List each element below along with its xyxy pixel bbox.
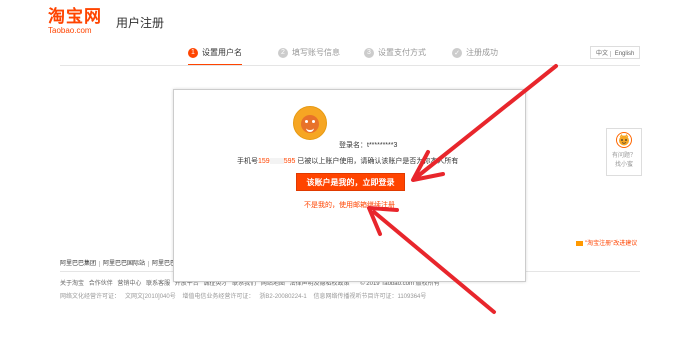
lang-zh[interactable]: 中文: [594, 51, 612, 57]
footer-link[interactable]: 合作伙伴: [89, 281, 113, 287]
license-value: 文网文[2010]040号: [125, 294, 176, 300]
footer-link[interactable]: 联系客服: [146, 281, 170, 287]
step-number: 2: [278, 47, 288, 58]
header-divider: [60, 65, 640, 66]
license-label: 网络文化经营许可证：: [60, 294, 121, 300]
mascot-avatar-icon: [293, 106, 327, 140]
help-text-1: 有问题？: [611, 153, 636, 159]
login-name: 登录名：t*********3: [339, 142, 398, 149]
step-label: 设置支付方式: [378, 48, 426, 57]
step-number: 1: [188, 47, 198, 58]
help-widget[interactable]: 有问题？ 找小蜜: [606, 128, 642, 176]
phone-masked: [269, 158, 284, 165]
license-label: 增值电信业务经营许可证：: [182, 294, 255, 300]
feedback-icon: [576, 240, 583, 246]
step-label: 填写账号信息: [292, 48, 340, 57]
footer-group-link[interactable]: 阿里巴巴国际站: [103, 261, 150, 267]
mascot-icon: [616, 132, 632, 148]
step-label: 设置用户名: [202, 48, 242, 57]
footer-group-link[interactable]: 阿里巴巴集团: [60, 261, 101, 267]
step-set-username: 1 设置用户名: [188, 41, 242, 66]
help-text-2: 找小蜜: [614, 162, 633, 168]
login-now-button[interactable]: 该账户是我的，立即登录: [296, 173, 405, 191]
lang-en[interactable]: English: [613, 51, 637, 57]
check-icon: ✓: [452, 47, 462, 58]
logo-subtext: Taobao.com: [48, 26, 92, 35]
logo-text: 淘宝网: [48, 7, 102, 26]
phone-start: 159: [258, 158, 270, 165]
license-text: 信息网络传播视听节目许可证：1109364号: [313, 294, 427, 300]
taobao-logo[interactable]: 淘宝网 Taobao.com: [48, 7, 104, 36]
footer-licenses: 网络文化经营许可证： 文网文[2010]040号 增值电信业务经营许可证： 浙B2-…: [60, 291, 431, 300]
footer-link[interactable]: 关于淘宝: [60, 281, 84, 287]
step-number: 3: [364, 47, 374, 58]
license-value: 浙B2-20080224-1: [259, 294, 307, 300]
phone-prefix: 手机号: [237, 158, 258, 165]
step-label: 注册成功: [466, 48, 498, 57]
page-title: 用户注册: [116, 16, 165, 30]
step-set-payment: 3 设置支付方式: [364, 41, 426, 64]
phone-suffix: 已被以上账户使用，请确认该账户是否为你本人所有: [297, 158, 459, 165]
phone-notice: 手机号159 595 已被以上账户使用，请确认该账户是否为你本人所有: [237, 156, 458, 166]
registration-steps: 1 设置用户名 2 填写账号信息 3 设置支付方式 ✓ 注册成功: [174, 41, 504, 66]
phone-end: 595: [283, 158, 296, 165]
step-fill-account-info: 2 填写账号信息: [278, 41, 340, 64]
footer-groups: 阿里巴巴集团 阿里巴巴国际站 阿里巴巴: [60, 258, 182, 267]
footer-link[interactable]: 营销中心: [117, 281, 141, 287]
feedback-text: "淘宝注册"改进建议: [585, 241, 638, 247]
feedback-link[interactable]: "淘宝注册"改进建议: [576, 238, 637, 247]
register-with-email-link[interactable]: 不是我的，使用邮箱继续注册: [304, 200, 395, 210]
account-exists-dialog: 登录名：t*********3 手机号159 595 已被以上账户使用，请确认该账…: [173, 89, 526, 282]
step-success: ✓ 注册成功: [452, 41, 498, 64]
language-switch: 中文 English: [590, 46, 641, 59]
